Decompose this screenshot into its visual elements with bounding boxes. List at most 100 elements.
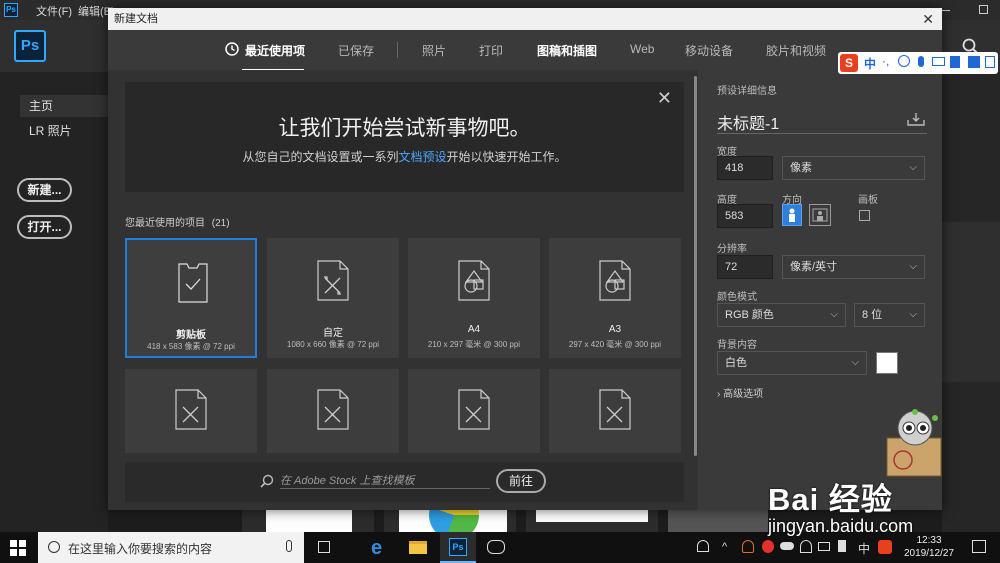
resolution-unit-value: 像素/英寸: [790, 261, 838, 273]
recent-item-a4[interactable]: A4 210 x 297 毫米 @ 300 ppi: [408, 238, 540, 358]
notification-bell-icon[interactable]: [742, 540, 754, 553]
keyboard-icon[interactable]: [932, 57, 945, 66]
document-name-field[interactable]: 未标题-1: [717, 110, 927, 134]
custom-document-icon: [317, 389, 349, 430]
home-thumb[interactable]: [668, 510, 768, 532]
sidebar-item-lr-photos[interactable]: LR 照片: [20, 120, 108, 142]
background-select[interactable]: 白色 ⌵: [717, 351, 867, 375]
microphone-icon[interactable]: [286, 540, 292, 552]
chevron-down-icon: ⌵: [909, 309, 917, 320]
width-field[interactable]: 418: [717, 156, 773, 180]
recent-item[interactable]: [549, 369, 681, 453]
resolution-field[interactable]: 72: [717, 255, 773, 279]
recent-label-text: 您最近使用的项目: [125, 218, 205, 229]
photoshop-taskbar-icon[interactable]: Ps: [440, 532, 476, 563]
home-thumb[interactable]: [384, 510, 516, 532]
people-icon[interactable]: [697, 540, 709, 552]
tab-saved[interactable]: 已保存: [338, 42, 374, 59]
menu-file[interactable]: 文件(F): [36, 3, 72, 19]
go-button[interactable]: 前往: [496, 469, 546, 493]
taskbar-clock[interactable]: 12:33 2019/12/27: [900, 534, 958, 560]
new-button[interactable]: 新建...: [17, 178, 72, 202]
emoji-icon[interactable]: [898, 55, 910, 67]
clock-icon: [225, 42, 239, 56]
microphone-icon[interactable]: [918, 56, 924, 67]
tab-photo[interactable]: 照片: [422, 42, 446, 59]
recent-item[interactable]: [267, 369, 399, 453]
taskbar-search-box[interactable]: 在这里输入你要搜索的内容: [38, 532, 304, 563]
save-preset-icon[interactable]: [907, 112, 925, 126]
close-icon[interactable]: ✕: [657, 88, 672, 109]
recent-item-clipboard[interactable]: 剪贴板 418 x 583 像素 @ 72 ppi: [125, 238, 257, 358]
bit-depth-select[interactable]: 8 位 ⌵: [854, 303, 925, 327]
punctuation-icon[interactable]: ·,: [882, 54, 889, 68]
scrollbar[interactable]: [694, 76, 697, 456]
recent-item[interactable]: [125, 369, 257, 453]
file-explorer-icon[interactable]: [400, 532, 436, 563]
recent-item[interactable]: [408, 369, 540, 453]
photoshop-logo: Ps: [14, 30, 46, 62]
sogou-logo-icon[interactable]: S: [840, 54, 858, 72]
battery-icon[interactable]: [818, 542, 830, 551]
tab-print[interactable]: 打印: [479, 42, 503, 59]
home-thumb[interactable]: [526, 510, 658, 532]
ime-indicator[interactable]: 中: [858, 540, 870, 557]
chevron-down-icon: ⌵: [851, 357, 859, 368]
sogou-tray-icon[interactable]: [878, 540, 892, 554]
tab-recent[interactable]: 最近使用项: [245, 42, 305, 59]
document-presets-link[interactable]: 文档预设: [398, 150, 446, 164]
task-view-icon[interactable]: [306, 532, 342, 563]
ime-language[interactable]: 中: [864, 55, 876, 72]
background-color-swatch[interactable]: [876, 352, 898, 374]
edge-icon[interactable]: e: [362, 532, 398, 563]
thumb-image: [399, 510, 507, 532]
tab-art-illustration[interactable]: 图稿和插图: [537, 42, 597, 59]
volume-icon[interactable]: [838, 540, 846, 552]
chevron-up-icon[interactable]: ^: [722, 541, 727, 553]
resolution-unit-select[interactable]: 像素/英寸 ⌵: [782, 255, 925, 279]
artboard-checkbox[interactable]: [859, 210, 870, 221]
recent-item-meta: 210 x 297 毫米 @ 300 ppi: [427, 340, 521, 349]
recent-item-meta: 418 x 583 像素 @ 72 ppi: [147, 342, 235, 351]
art-document-icon: [458, 260, 490, 301]
recent-item-a3[interactable]: A3 297 x 420 毫米 @ 300 ppi: [549, 238, 681, 358]
width-unit-select[interactable]: 像素 ⌵: [782, 156, 925, 180]
recent-item-custom[interactable]: 自定 1080 x 660 像素 @ 72 ppi: [267, 238, 399, 358]
height-field[interactable]: 583: [717, 204, 773, 228]
clipboard-icon: [178, 263, 208, 303]
dialog-main-area: ✕ 让我们开始尝试新事物吧。 从您自己的文档设置或一系列文档预设开始以快速开始工…: [108, 70, 698, 510]
tab-mobile[interactable]: 移动设备: [685, 42, 733, 59]
action-center-icon[interactable]: [972, 540, 986, 553]
thumbnail-strip: [942, 222, 1000, 382]
recent-item-name: A4: [467, 324, 481, 335]
home-thumb[interactable]: [242, 510, 374, 532]
art-document-icon: [599, 260, 631, 301]
sidebar-item-home[interactable]: 主页: [20, 95, 108, 117]
chevron-down-icon: ⌵: [909, 261, 917, 272]
wifi-icon[interactable]: [800, 540, 812, 553]
grid-menu-icon[interactable]: [985, 56, 995, 68]
advanced-options-toggle[interactable]: › 高级选项: [717, 385, 763, 400]
skin-icon[interactable]: [968, 56, 980, 68]
open-button[interactable]: 打开...: [17, 215, 72, 239]
welcome-banner: ✕ 让我们开始尝试新事物吧。 从您自己的文档设置或一系列文档预设开始以快速开始工…: [125, 82, 684, 192]
toolbox-icon[interactable]: [950, 56, 960, 68]
windows-start-icon[interactable]: [10, 540, 26, 556]
search-icon: [260, 474, 274, 488]
dialog-titlebar: 新建文档 ✕: [108, 8, 942, 30]
photos-app-icon[interactable]: [478, 532, 514, 563]
portrait-orientation-icon[interactable]: [782, 204, 802, 226]
maximize-icon[interactable]: [979, 5, 988, 14]
photoshop-app-icon: Ps: [4, 3, 18, 17]
onedrive-icon[interactable]: [780, 542, 794, 550]
color-mode-select[interactable]: RGB 颜色 ⌵: [717, 303, 846, 327]
close-icon[interactable]: ✕: [922, 8, 934, 30]
adobe-stock-search-input[interactable]: [280, 473, 490, 489]
tab-film-video[interactable]: 胶片和视频: [766, 42, 826, 59]
recent-item-meta: 1080 x 660 像素 @ 72 ppi: [286, 340, 380, 349]
tab-web[interactable]: Web: [630, 42, 654, 56]
chevron-down-icon: ⌵: [909, 162, 917, 173]
tray-app-icon[interactable]: [762, 540, 774, 553]
watermark-brand: Bai 经验: [768, 482, 893, 517]
landscape-orientation-icon[interactable]: [809, 204, 831, 226]
